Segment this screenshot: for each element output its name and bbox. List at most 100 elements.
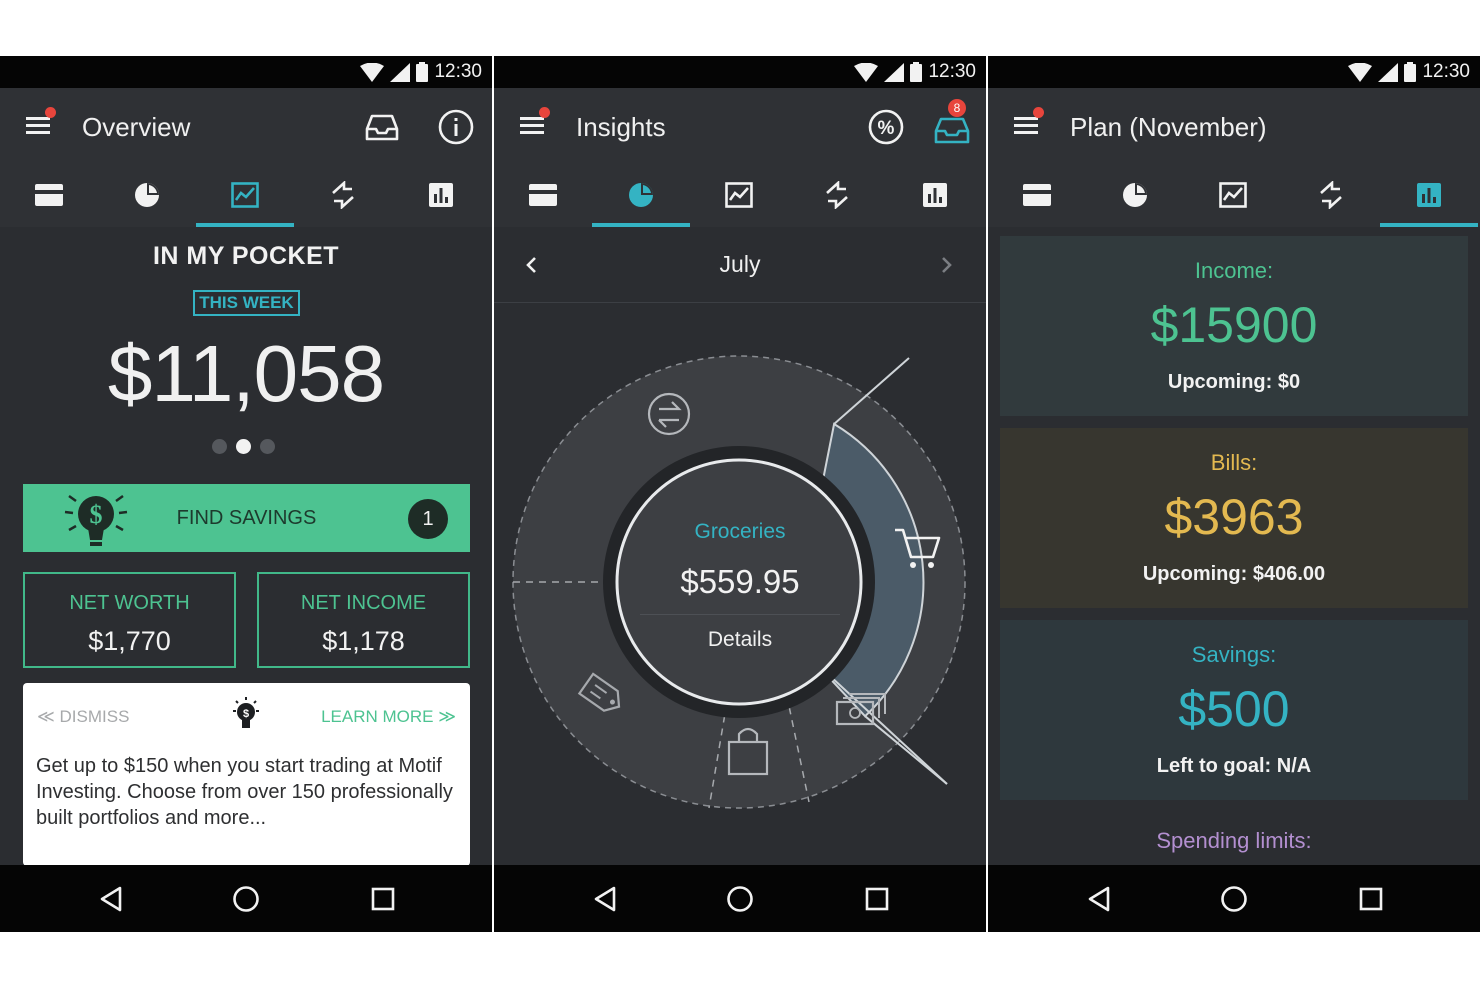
status-icons: 12:30 bbox=[854, 61, 976, 82]
svg-text:$: $ bbox=[243, 708, 249, 720]
tab-overview[interactable] bbox=[1184, 163, 1282, 227]
tab-plan[interactable] bbox=[392, 163, 490, 227]
back-icon bbox=[594, 886, 616, 912]
nav-home-button[interactable] bbox=[229, 882, 263, 916]
nav-home-button[interactable] bbox=[1217, 882, 1251, 916]
inbox-button[interactable]: 8 bbox=[932, 99, 972, 147]
status-icons: 12:30 bbox=[360, 61, 482, 82]
home-icon bbox=[1221, 886, 1247, 912]
percent-icon: % bbox=[868, 109, 904, 145]
signal-icon bbox=[390, 62, 411, 82]
details-button[interactable]: Details bbox=[494, 628, 986, 652]
page-indicator bbox=[212, 439, 275, 454]
phone-insights: 12:30 Insights % 8 July Groceries $559.9… bbox=[494, 56, 986, 932]
tab-plan[interactable] bbox=[1380, 163, 1478, 227]
net-income-card[interactable]: NET INCOME $1,178 bbox=[257, 572, 470, 668]
bar-chart-icon bbox=[1417, 183, 1441, 207]
transfer-icon bbox=[332, 181, 354, 209]
tab-transactions[interactable] bbox=[1282, 163, 1380, 227]
tab-overview[interactable] bbox=[690, 163, 788, 227]
app-bar: Insights % 8 bbox=[494, 88, 986, 163]
nav-back-button[interactable] bbox=[94, 882, 128, 916]
menu-button[interactable] bbox=[518, 107, 550, 142]
app-bar: Plan (November) bbox=[988, 88, 1480, 163]
net-worth-value: $1,770 bbox=[88, 626, 171, 656]
nav-back-button[interactable] bbox=[588, 882, 622, 916]
menu-button[interactable] bbox=[24, 107, 56, 142]
battery-icon bbox=[1404, 62, 1417, 82]
find-savings-count-badge: 1 bbox=[408, 499, 448, 539]
center-divider bbox=[640, 614, 840, 615]
transfer-icon bbox=[1320, 181, 1342, 209]
tab-insights[interactable] bbox=[592, 163, 690, 227]
card-icon bbox=[529, 184, 557, 206]
phone-plan: 12:30 Plan (November) Income: $15900 Upc… bbox=[988, 56, 1480, 932]
pie-chart-icon bbox=[1123, 183, 1147, 207]
home-icon bbox=[727, 886, 753, 912]
find-savings-label: FIND SAVINGS bbox=[176, 507, 317, 529]
trend-chart-icon bbox=[1219, 182, 1247, 208]
percent-button[interactable]: % bbox=[866, 107, 906, 147]
inbox-button[interactable] bbox=[362, 107, 402, 147]
tab-transactions[interactable] bbox=[788, 163, 886, 227]
bar-chart-icon bbox=[923, 183, 947, 207]
nav-recents-button[interactable] bbox=[366, 882, 400, 916]
system-nav-bar bbox=[0, 865, 492, 932]
home-icon bbox=[233, 886, 259, 912]
dismiss-button[interactable]: ≪ DISMISS bbox=[37, 707, 129, 727]
inbox-badge: 8 bbox=[948, 99, 966, 117]
recents-icon bbox=[1359, 887, 1383, 911]
wifi-icon bbox=[1348, 62, 1373, 82]
bills-label: Bills: bbox=[1210, 450, 1258, 475]
income-upcoming: Upcoming: $0 bbox=[1167, 371, 1301, 393]
tab-accounts[interactable] bbox=[0, 163, 98, 227]
svg-text:%: % bbox=[878, 118, 895, 139]
status-time: 12:30 bbox=[1422, 61, 1470, 82]
chevron-right-icon bbox=[942, 257, 952, 273]
tab-overview[interactable] bbox=[196, 163, 294, 227]
info-button[interactable] bbox=[436, 107, 476, 147]
status-icons: 12:30 bbox=[1348, 61, 1470, 82]
bills-card[interactable]: Bills: $3963 Upcoming: $406.00 bbox=[1000, 428, 1468, 608]
back-icon bbox=[1088, 886, 1110, 912]
pie-chart-icon bbox=[135, 183, 159, 207]
month-selector: July bbox=[494, 227, 986, 303]
income-label: Income: bbox=[1194, 258, 1274, 283]
nav-home-button[interactable] bbox=[723, 882, 757, 916]
page-dot[interactable] bbox=[212, 439, 227, 454]
notification-dot bbox=[539, 107, 550, 118]
nav-back-button[interactable] bbox=[1082, 882, 1116, 916]
net-worth-card[interactable]: NET WORTH $1,770 bbox=[23, 572, 236, 668]
find-savings-button[interactable]: $ FIND SAVINGS 1 bbox=[23, 484, 470, 552]
tab-insights[interactable] bbox=[1086, 163, 1184, 227]
menu-button[interactable] bbox=[1012, 107, 1044, 142]
status-bar: 12:30 bbox=[988, 56, 1480, 88]
card-icon bbox=[35, 184, 63, 206]
tab-transactions[interactable] bbox=[294, 163, 392, 227]
next-month-button[interactable] bbox=[934, 251, 958, 279]
tab-bar bbox=[494, 163, 986, 227]
learn-more-link[interactable]: LEARN MORE ≫ bbox=[321, 707, 456, 727]
back-icon bbox=[100, 886, 122, 912]
page-dot-active[interactable] bbox=[236, 439, 251, 454]
nav-recents-button[interactable] bbox=[1354, 882, 1388, 916]
tab-accounts[interactable] bbox=[988, 163, 1086, 227]
tab-insights[interactable] bbox=[98, 163, 196, 227]
tab-accounts[interactable] bbox=[494, 163, 592, 227]
signal-icon bbox=[884, 62, 905, 82]
period-badge[interactable]: THIS WEEK bbox=[193, 290, 300, 316]
inbox-icon bbox=[365, 114, 399, 141]
savings-card[interactable]: Savings: $500 Left to goal: N/A bbox=[1000, 620, 1468, 800]
spending-limits-label: Spending limits: bbox=[1156, 828, 1312, 853]
page-title: Insights bbox=[576, 112, 666, 142]
promo-text: Get up to $150 when you start trading at… bbox=[36, 755, 453, 829]
bills-upcoming: Upcoming: $406.00 bbox=[1142, 563, 1326, 585]
nav-recents-button[interactable] bbox=[860, 882, 894, 916]
income-amount: $15900 bbox=[1150, 297, 1318, 353]
income-card[interactable]: Income: $15900 Upcoming: $0 bbox=[1000, 236, 1468, 416]
page-dot[interactable] bbox=[260, 439, 275, 454]
status-time: 12:30 bbox=[928, 61, 976, 82]
tab-bar bbox=[988, 163, 1480, 227]
recents-icon bbox=[865, 887, 889, 911]
tab-plan[interactable] bbox=[886, 163, 984, 227]
